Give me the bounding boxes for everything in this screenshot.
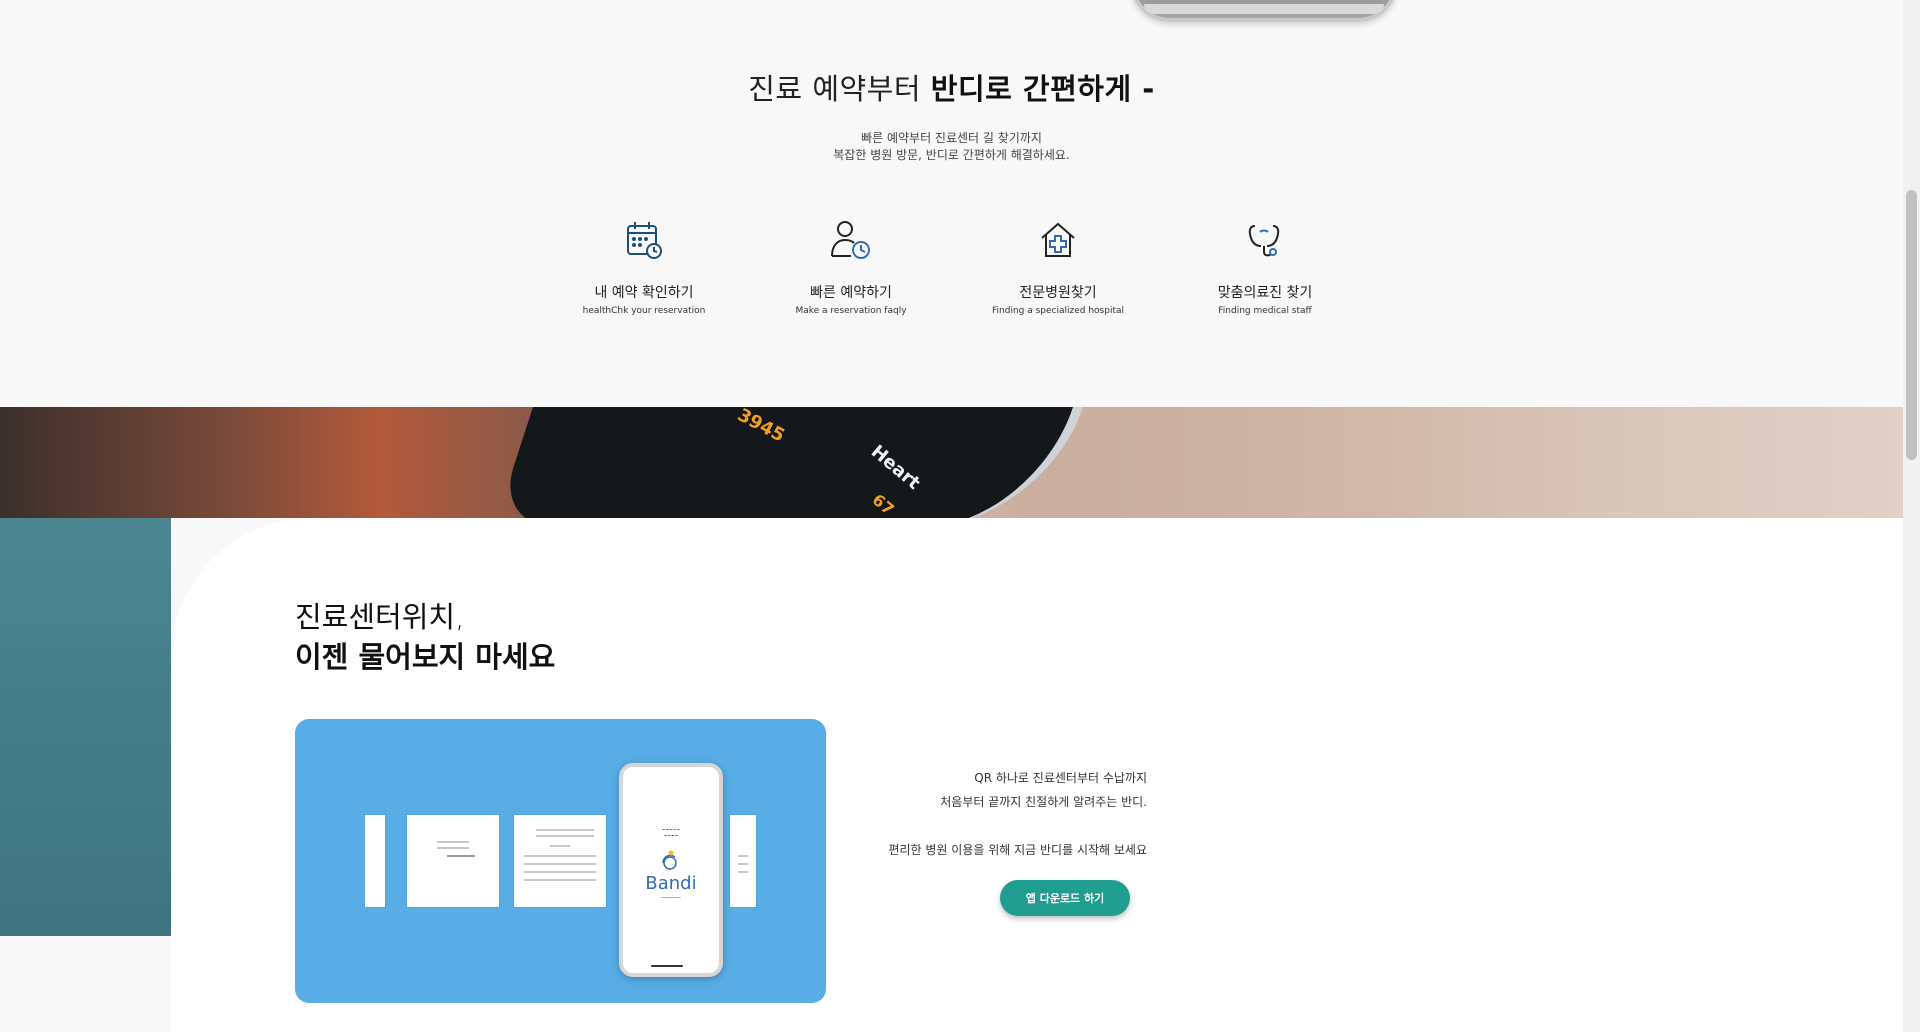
phone-app-tagline: ━━━━━━━━ [661,895,681,900]
bandi-logo-icon [662,850,677,870]
booking-section-description: 빠른 예약부터 진료센터 길 찾기까지 복잡한 병원 방문, 반디로 간편하게 … [0,130,1903,164]
stethoscope-icon [1248,225,1280,257]
location-text-line: 편리한 병원 이용을 위해 지금 반디를 시작해 보세요 [888,843,1147,857]
feature-sublabel: Make a reservation faqly [795,306,907,316]
phone-intro-text: ━ ━ ━ ━ ━ ━ ━ ━ ━ [662,827,680,838]
feature-sublabel: Finding a specialized hospital [992,306,1124,316]
feature-sublabel: healthChk your reservation [582,306,706,316]
feature-sublabel: Finding medical staff [1218,306,1312,316]
feature-label: 빠른 예약하기 [810,285,892,301]
location-text-line: QR 하나로 진료센터부터 수납까지 [974,771,1147,785]
app-screen-thumb [407,815,499,907]
desc-line: 복잡한 병원 방문, 반디로 간편하게 해결하세요. [833,148,1070,162]
feature-quick-reservation[interactable]: 빠른 예약하기 Make a reservation faqly [751,218,951,316]
background-image-left [0,518,171,936]
smartwatch-banner-image: 3945 Heart 67 [0,407,1903,518]
location-title-line1: 진료센터위치, [295,600,465,634]
feature-list: 내 예약 확인하기 healthChk your reservation 빠른 … [544,218,1740,338]
title-light: 진료 예약부터 [748,72,922,106]
calendar-clock-icon [627,222,662,259]
feature-check-reservation[interactable]: 내 예약 확인하기 healthChk your reservation [544,218,744,316]
location-description: QR 하나로 진료센터부터 수납까지 처음부터 끝까지 친절하게 알려주는 반디… [888,766,1147,862]
smartwatch [494,407,1096,518]
app-screen-thumb [365,815,385,907]
feature-medical-staff[interactable]: 맞춤의료진 찾기 Finding medical staff [1165,218,1365,316]
app-screen-thumb [730,815,756,907]
feature-label: 맞춤의료진 찾기 [1217,285,1313,301]
app-screen-thumb [514,815,606,907]
feature-label: 내 예약 확인하기 [594,285,694,301]
phone-mockup-top [1130,0,1398,22]
booking-section-title: 진료 예약부터 반디로 간편하게 - [0,66,1903,108]
user-clock-icon [831,221,870,259]
app-mockup-image: ━ ━ ━ ━ ━ ━ ━ ━ ━ Bandi ━━━━━━━━ [295,719,826,1003]
desc-line: 빠른 예약부터 진료센터 길 찾기까지 [861,131,1042,145]
scrollbar-thumb[interactable] [1906,190,1917,460]
location-text-line: 처음부터 끝까지 친절하게 알려주는 반디. [940,795,1147,809]
title-bold: 반디로 간편하게 - [930,72,1155,106]
phone-mockup: ━ ━ ━ ━ ━ ━ ━ ━ ━ Bandi ━━━━━━━━ [619,763,723,977]
hospital-house-icon [1041,222,1075,257]
feature-specialized-hospital[interactable]: 전문병원찾기 Finding a specialized hospital [958,218,1158,316]
location-title-line2: 이젠 물어보지 마세요 [295,640,556,674]
phone-app-name: Bandi [645,873,697,894]
page-scrollbar[interactable] [1903,0,1920,1032]
phone-home-indicator [651,965,683,967]
app-download-button[interactable]: 앱 다운로드 하기 [1000,880,1130,916]
feature-label: 전문병원찾기 [1019,285,1097,301]
